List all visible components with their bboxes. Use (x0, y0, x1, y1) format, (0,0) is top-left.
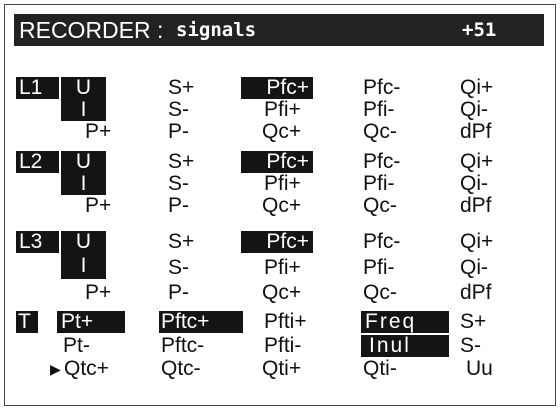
title-bar: RECORDER : signals +51 (14, 14, 544, 46)
signal-l2-u[interactable]: U (61, 151, 106, 173)
group-label-l1[interactable]: L1 (16, 77, 59, 99)
file-name: signals (176, 19, 257, 41)
signal-l1-s-plus[interactable]: S+ (168, 77, 194, 99)
signal-l3-qi-plus[interactable]: Qi+ (460, 231, 493, 253)
signal-l3-pfi-plus[interactable]: Pfi+ (264, 257, 301, 279)
signal-l3-dpf[interactable]: dPf (460, 282, 492, 304)
signal-l1-qc-plus[interactable]: Qc+ (262, 121, 301, 143)
signal-l1-pfc-plus[interactable]: Pfc+ (241, 77, 313, 99)
signal-l1-dpf[interactable]: dPf (460, 121, 492, 143)
signal-l3-pfc-minus[interactable]: Pfc- (363, 231, 400, 253)
cursor-arrow-icon: ▶ (50, 361, 61, 377)
signal-l1-pfi-minus[interactable]: Pfi- (363, 99, 395, 121)
signal-l3-p-plus[interactable]: P+ (85, 282, 111, 304)
signal-l1-qc-minus[interactable]: Qc- (363, 121, 397, 143)
signal-l3-i[interactable]: I (61, 255, 106, 277)
signal-l1-p-minus[interactable]: P- (168, 121, 189, 143)
signal-pfti-minus[interactable]: Pfti- (264, 335, 301, 357)
signal-l2-p-minus[interactable]: P- (168, 195, 189, 217)
signal-l1-pfi-plus[interactable]: Pfi+ (264, 99, 301, 121)
row-cursor: ▶ (50, 358, 61, 380)
group-label-l3[interactable]: L3 (16, 231, 59, 253)
screen-title: RECORDER : (19, 17, 164, 43)
signal-qtc-plus[interactable]: Qtc+ (64, 358, 109, 380)
group-l1-ui-block[interactable]: U I (61, 77, 106, 121)
group-label-l2[interactable]: L2 (16, 151, 59, 173)
signal-l2-pfi-plus[interactable]: Pfi+ (264, 173, 301, 195)
signal-pftc-minus[interactable]: Pftc- (161, 335, 204, 357)
signal-qtc-minus[interactable]: Qtc- (161, 358, 201, 380)
signal-freq[interactable]: Freq (361, 311, 449, 333)
signal-l2-pfc-plus[interactable]: Pfc+ (241, 151, 313, 173)
signal-l2-i[interactable]: I (61, 173, 106, 195)
signal-l3-qc-plus[interactable]: Qc+ (262, 282, 301, 304)
signal-l3-u[interactable]: U (61, 231, 106, 253)
signal-l2-qc-minus[interactable]: Qc- (363, 195, 397, 217)
signal-l1-pfc-minus[interactable]: Pfc- (363, 77, 400, 99)
signal-l3-pfi-minus[interactable]: Pfi- (363, 257, 395, 279)
signal-total-s-minus[interactable]: S- (460, 335, 481, 357)
signal-total-s-plus[interactable]: S+ (460, 311, 486, 333)
signal-l3-s-minus[interactable]: S- (168, 257, 189, 279)
signal-l2-qc-plus[interactable]: Qc+ (262, 195, 301, 217)
signal-l2-pfi-minus[interactable]: Pfi- (363, 173, 395, 195)
signal-pftc-plus[interactable]: Pftc+ (159, 311, 243, 333)
signal-l1-s-minus[interactable]: S- (168, 99, 189, 121)
signal-inul[interactable]: Inul (361, 335, 449, 357)
group-l3-ui-block[interactable]: U I (61, 231, 106, 279)
signal-l1-u[interactable]: U (61, 77, 106, 99)
signal-l2-qi-plus[interactable]: Qi+ (460, 151, 493, 173)
signal-l3-qc-minus[interactable]: Qc- (363, 282, 397, 304)
signal-l2-s-plus[interactable]: S+ (168, 151, 194, 173)
signal-l1-qi-plus[interactable]: Qi+ (460, 77, 493, 99)
signal-uu[interactable]: Uu (466, 358, 493, 380)
record-count: +51 (462, 19, 497, 41)
signal-l3-qi-minus[interactable]: Qi- (460, 257, 488, 279)
signal-l1-i[interactable]: I (61, 99, 106, 121)
group-l2-ui-block[interactable]: U I (61, 151, 106, 195)
signal-l2-s-minus[interactable]: S- (168, 173, 189, 195)
signal-l2-qi-minus[interactable]: Qi- (460, 173, 488, 195)
signal-l3-pfc-plus[interactable]: Pfc+ (241, 231, 313, 253)
signal-qti-minus[interactable]: Qti- (363, 358, 397, 380)
signal-l3-p-minus[interactable]: P- (168, 282, 189, 304)
signal-pt-plus[interactable]: Pt+ (57, 311, 125, 333)
signal-pfti-plus[interactable]: Pfti+ (264, 311, 307, 333)
signal-l1-qi-minus[interactable]: Qi- (460, 99, 488, 121)
signal-l3-s-plus[interactable]: S+ (168, 231, 194, 253)
group-label-total[interactable]: T (16, 311, 38, 333)
signal-qti-plus[interactable]: Qti+ (262, 358, 301, 380)
signal-l2-pfc-minus[interactable]: Pfc- (363, 151, 400, 173)
signal-l2-p-plus[interactable]: P+ (85, 195, 111, 217)
signal-pt-minus[interactable]: Pt- (63, 335, 90, 357)
signal-l2-dpf[interactable]: dPf (460, 195, 492, 217)
signal-l1-p-plus[interactable]: P+ (85, 121, 111, 143)
